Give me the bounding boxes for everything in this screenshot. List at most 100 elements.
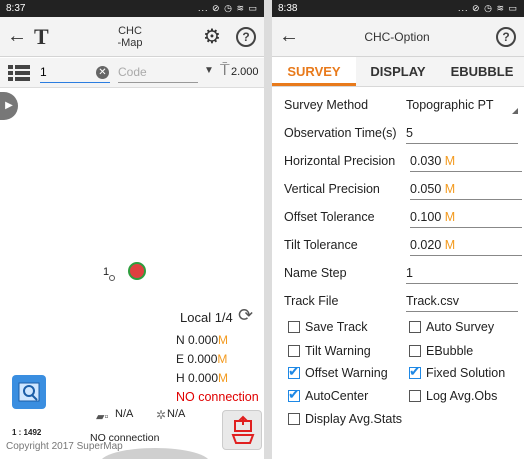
signal-icon: ✲ — [156, 408, 167, 422]
north-value: N 0.000 — [176, 333, 219, 347]
checkbox-autocenter[interactable]: AutoCenter — [288, 386, 369, 403]
help-icon[interactable]: ? — [236, 26, 256, 47]
status-time: 8:37 — [6, 3, 26, 14]
checkbox-label: EBubble — [426, 344, 474, 358]
map-screen: 8:37 ... ⊘ ◷ ≋ ▭ ← T CHC -Map ⚙ ? 1 ✕ Co… — [0, 0, 264, 459]
survey-point-marker-icon[interactable] — [109, 275, 115, 281]
help-icon[interactable]: ? — [496, 26, 516, 47]
checkbox-box[interactable] — [288, 413, 300, 425]
status-icons: ... ⊘ ◷ ≋ ▭ — [458, 3, 518, 13]
observation-time-input[interactable]: 5 — [406, 126, 518, 144]
field-offset-tolerance[interactable]: Offset Tolerance 0.100 M — [272, 204, 524, 232]
signal-status: N/A — [167, 408, 186, 420]
vertical-precision-input[interactable]: 0.050 M — [410, 182, 522, 200]
antenna-height[interactable]: 2.000 — [231, 66, 259, 78]
checkbox-offset-warning[interactable]: Offset Warning — [288, 363, 388, 380]
checkbox-box[interactable] — [409, 390, 421, 402]
field-name-step[interactable]: Name Step 1 — [272, 260, 524, 288]
title-line1: CHC — [118, 24, 142, 37]
field-label: Observation Time(s) — [284, 126, 397, 140]
checkbox-box-checked[interactable] — [288, 386, 300, 403]
checkbox-label: Save Track — [305, 320, 368, 334]
field-label: Track File — [284, 294, 339, 308]
checkbox-save-track[interactable]: Save Track — [288, 320, 368, 334]
field-label: Offset Tolerance — [284, 210, 375, 224]
survey-point-button[interactable] — [222, 410, 262, 450]
checkbox-box[interactable] — [409, 345, 421, 357]
tab-bar: SURVEY DISPLAY EBUBBLE — [272, 57, 524, 87]
value: 0.100 — [410, 210, 442, 224]
unit: M — [444, 210, 456, 224]
checkbox-fixed-solution[interactable]: Fixed Solution — [409, 363, 506, 380]
side-panel-toggle-icon[interactable]: ▶ — [0, 92, 18, 120]
map-layers-button[interactable] — [12, 375, 46, 409]
back-arrow-icon[interactable]: ← — [272, 25, 306, 48]
field-label: Tilt Tolerance — [284, 238, 358, 252]
field-label: Vertical Precision — [284, 182, 380, 196]
checkbox-box[interactable] — [288, 321, 300, 333]
tab-display[interactable]: DISPLAY — [356, 57, 440, 86]
tilt-tolerance-input[interactable]: 0.020 M — [410, 238, 522, 256]
field-vertical-precision[interactable]: Vertical Precision 0.050 M — [272, 176, 524, 204]
local-label: Local 1/4 — [180, 310, 233, 325]
field-tilt-tolerance[interactable]: Tilt Tolerance 0.020 M — [272, 232, 524, 260]
clear-icon[interactable]: ✕ — [96, 66, 109, 79]
checkbox-label: Auto Survey — [426, 320, 495, 334]
status-bar: 8:37 ... ⊘ ◷ ≋ ▭ — [0, 0, 264, 17]
refresh-icon[interactable]: ⟳ — [238, 305, 253, 326]
title-line2: -Map — [117, 36, 143, 49]
checkbox-label: AutoCenter — [305, 389, 369, 403]
text-tool-icon[interactable]: T — [34, 24, 64, 50]
pole-icon[interactable]: ⍑ — [220, 62, 230, 80]
checkbox-box-checked[interactable] — [409, 363, 421, 380]
name-step-input[interactable]: 1 — [406, 266, 518, 284]
options-screen: 8:38 ... ⊘ ◷ ≋ ▭ ← CHC-Option ? SURVEY D… — [272, 0, 524, 459]
back-arrow-icon[interactable]: ← — [0, 25, 34, 48]
tab-ebubble[interactable]: EBUBBLE — [440, 57, 524, 86]
field-survey-method[interactable]: Survey Method Topographic PT — [272, 92, 524, 120]
status-bar: 8:38 ... ⊘ ◷ ≋ ▭ — [272, 0, 524, 17]
field-label: Survey Method — [284, 98, 369, 112]
field-track-file[interactable]: Track File Track.csv — [272, 288, 524, 316]
status-time: 8:38 — [278, 3, 298, 14]
copyright-text: Copyright 2017 SuperMap — [6, 441, 123, 452]
survey-method-select[interactable]: Topographic PT — [406, 98, 518, 116]
track-file-input[interactable]: Track.csv — [406, 294, 518, 312]
settings-gear-icon[interactable]: ⚙ — [196, 24, 228, 49]
tab-survey[interactable]: SURVEY — [272, 57, 356, 86]
app-title: CHC -Map — [64, 25, 196, 49]
satellite-status: N/A — [115, 408, 134, 420]
field-observation-time[interactable]: Observation Time(s) 5 — [272, 120, 524, 148]
checkbox-label: Offset Warning — [305, 366, 388, 380]
point-toolbar: 1 ✕ Code ▼ ⍑ 2.000 — [0, 58, 264, 88]
value: 0.020 — [410, 238, 442, 252]
offset-tolerance-input[interactable]: 0.100 M — [410, 210, 522, 228]
connection-status: NO connection — [176, 390, 259, 404]
checkbox-ebubble[interactable]: EBubble — [409, 344, 473, 358]
checkbox-box-checked[interactable] — [288, 363, 300, 380]
checkbox-label: Tilt Warning — [305, 344, 371, 358]
checkbox-tilt-warning[interactable]: Tilt Warning — [288, 344, 371, 358]
app-bar: ← CHC-Option ? — [272, 17, 524, 57]
satellite-icon: ▰▫ — [96, 411, 109, 423]
unit: M — [444, 154, 456, 168]
north-coordinate: N 0.000M — [176, 333, 228, 347]
code-input[interactable]: Code — [118, 65, 198, 83]
app-bar: ← T CHC -Map ⚙ ? — [0, 17, 264, 57]
checkbox-auto-survey[interactable]: Auto Survey — [409, 320, 494, 334]
field-label: Name Step — [284, 266, 347, 280]
value: 0.050 — [410, 182, 442, 196]
checkbox-box[interactable] — [288, 345, 300, 357]
dropdown-arrow-icon[interactable]: ▼ — [204, 65, 214, 76]
list-icon[interactable] — [8, 64, 30, 82]
checkbox-label: Fixed Solution — [426, 366, 506, 380]
checkbox-box[interactable] — [409, 321, 421, 333]
field-label: Horizontal Precision — [284, 154, 396, 168]
rover-position-icon — [128, 262, 146, 280]
checkbox-log-avg-obs[interactable]: Log Avg.Obs — [409, 389, 497, 403]
horizontal-precision-input[interactable]: 0.030 M — [410, 154, 522, 172]
height-unit: M — [218, 371, 229, 385]
unit: M — [444, 182, 456, 196]
checkbox-display-avg-stats[interactable]: Display Avg.Stats — [288, 412, 402, 426]
field-horizontal-precision[interactable]: Horizontal Precision 0.030 M — [272, 148, 524, 176]
